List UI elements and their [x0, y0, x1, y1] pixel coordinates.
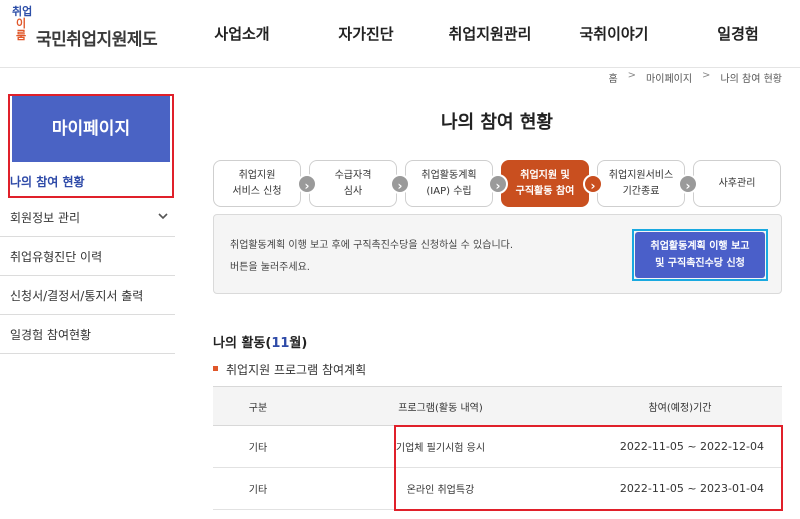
- notice-box: 취업활동계획 이행 보고 후에 구직촉진수당을 신청하실 수 있습니다. 버튼을…: [213, 214, 782, 294]
- nav-item-work-experience[interactable]: 일경험: [676, 0, 800, 68]
- step-line1: 취업지원서비스: [608, 169, 674, 181]
- breadcrumb-current: 나의 참여 현황: [720, 74, 782, 85]
- progress-steps: 취업지원서비스 신청 › 수급자격심사 › 취업활동계획 (IAP) 수립 › 취…: [213, 160, 783, 208]
- step-line1: 취업지원: [238, 169, 276, 181]
- step-line1: 사후관리: [718, 177, 756, 189]
- chevron-right-icon: ›: [583, 174, 603, 194]
- notice-text: 취업활동계획 이행 보고 후에 구직촉진수당을 신청하실 수 있습니다. 버튼을…: [230, 235, 513, 279]
- table-row: 기타 기업체 필기시험 응시 2022-11-05 ~ 2022-12-04: [213, 426, 782, 468]
- step-service-application: 취업지원서비스 신청: [213, 160, 301, 207]
- nav-item-stories[interactable]: 국취이야기: [552, 0, 676, 68]
- activity-month: 11: [271, 336, 290, 351]
- table-row: 기타 온라인 취업특강 2022-11-05 ~ 2023-01-04: [213, 468, 782, 510]
- step-iap-setup: 취업활동계획 (IAP) 수립: [405, 160, 493, 207]
- step-line2: 심사: [343, 185, 363, 197]
- cell-period: 2022-11-05 ~ 2023-01-04: [619, 482, 764, 495]
- cell-period: 2022-11-05 ~ 2022-12-04: [619, 440, 764, 453]
- step-line2: 구직활동 참여: [515, 185, 575, 197]
- nav-item-business-intro[interactable]: 사업소개: [180, 0, 304, 68]
- step-line1: 수급자격: [334, 169, 372, 181]
- breadcrumb: 홈 > 마이페이지 > 나의 참여 현황: [608, 70, 782, 85]
- header-program: 프로그램(활동 내역): [398, 402, 483, 414]
- nav-item-employment-support[interactable]: 취업지원관리: [428, 0, 552, 68]
- cell-program: 기업체 필기시험 응시: [395, 443, 486, 454]
- site-header: 취업 이룸 국민취업지원제도 사업소개 자가진단 취업지원관리 국취이야기 일경…: [0, 0, 800, 68]
- square-bullet-icon: [213, 366, 218, 371]
- chevron-right-icon: ›: [488, 174, 508, 194]
- logo-small-line2: 이룸: [16, 17, 27, 42]
- table-header: 구분 프로그램(활동 내역) 참여(예정)기간: [213, 386, 782, 426]
- step-job-search-participation: 취업지원 및구직활동 참여: [501, 160, 589, 207]
- activity-title-prefix: 나의 활동(: [213, 336, 272, 351]
- logo-emblem: 취업 이룸: [12, 6, 36, 42]
- activity-subtitle-text: 취업지원 프로그램 참여계획: [226, 363, 367, 377]
- step-line1: 취업지원 및: [520, 169, 570, 181]
- sidebar-item-participation-status[interactable]: 나의 참여 현황: [10, 173, 85, 190]
- chevron-right-icon: ›: [678, 174, 698, 194]
- chevron-right-icon: ›: [297, 174, 317, 194]
- header-category: 구분: [248, 402, 268, 414]
- sidebar-item-print-documents[interactable]: 신청서/결정서/통지서 출력: [0, 276, 175, 315]
- step-line1: 취업활동계획: [421, 169, 477, 181]
- page-title: 나의 참여 현황: [441, 112, 553, 133]
- nav-item-self-diagnosis[interactable]: 자가진단: [304, 0, 428, 68]
- notice-button-highlight: 취업활동계획 이행 보고및 구직촉진수당 신청: [632, 229, 768, 281]
- breadcrumb-separator-icon: >: [702, 70, 711, 81]
- sidebar-item-label: 회원정보 관리: [10, 211, 81, 225]
- activity-title-suffix: 월): [289, 336, 308, 351]
- notice-line2: 버튼을 눌러주세요.: [230, 262, 310, 273]
- step-follow-up: 사후관리: [693, 160, 781, 207]
- activity-title: 나의 활동(11월): [213, 332, 307, 351]
- site-logo[interactable]: 취업 이룸 국민취업지원제도: [10, 6, 170, 60]
- logo-title: 국민취업지원제도: [36, 30, 158, 50]
- step-eligibility-review: 수급자격심사: [309, 160, 397, 207]
- program-table: 구분 프로그램(활동 내역) 참여(예정)기간 기타 기업체 필기시험 응시 2…: [213, 386, 782, 510]
- cell-category: 기타: [248, 443, 268, 454]
- report-and-apply-allowance-button[interactable]: 취업활동계획 이행 보고및 구직촉진수당 신청: [635, 232, 765, 278]
- button-line2: 및 구직촉진수당 신청: [655, 258, 745, 269]
- breadcrumb-separator-icon: >: [627, 70, 637, 81]
- sidebar-item-diagnosis-history[interactable]: 취업유형진단 이력: [0, 237, 175, 276]
- chevron-right-icon: ›: [390, 174, 410, 194]
- activity-subtitle: 취업지원 프로그램 참여계획: [213, 361, 366, 378]
- sidebar-item-work-experience-status[interactable]: 일경험 참여현황: [0, 315, 175, 354]
- sidebar-item-member-info[interactable]: 회원정보 관리: [0, 198, 175, 237]
- step-line2: 기간종료: [622, 185, 660, 197]
- sidebar-title: 마이페이지: [12, 96, 170, 162]
- header-period: 참여(예정)기간: [648, 402, 712, 414]
- step-service-period-end: 취업지원서비스기간종료: [597, 160, 685, 207]
- step-line2: (IAP) 수립: [426, 185, 472, 197]
- sidebar-menu: 회원정보 관리 취업유형진단 이력 신청서/결정서/통지서 출력 일경험 참여현…: [0, 198, 175, 354]
- chevron-down-icon: [157, 198, 169, 238]
- main-navigation: 사업소개 자가진단 취업지원관리 국취이야기 일경험: [180, 0, 800, 68]
- cell-program: 온라인 취업특강: [406, 485, 475, 496]
- sidebar-item-label: 신청서/결정서/통지서 출력: [10, 289, 144, 303]
- breadcrumb-home[interactable]: 홈: [608, 70, 617, 85]
- notice-line1: 취업활동계획 이행 보고 후에 구직촉진수당을 신청하실 수 있습니다.: [230, 240, 514, 251]
- step-line2: 서비스 신청: [232, 185, 282, 197]
- sidebar-item-label: 일경험 참여현황: [10, 328, 92, 342]
- sidebar-item-label: 취업유형진단 이력: [10, 250, 103, 264]
- breadcrumb-mypage[interactable]: 마이페이지: [646, 70, 692, 85]
- button-line1: 취업활동계획 이행 보고: [650, 241, 750, 252]
- cell-category: 기타: [248, 485, 268, 496]
